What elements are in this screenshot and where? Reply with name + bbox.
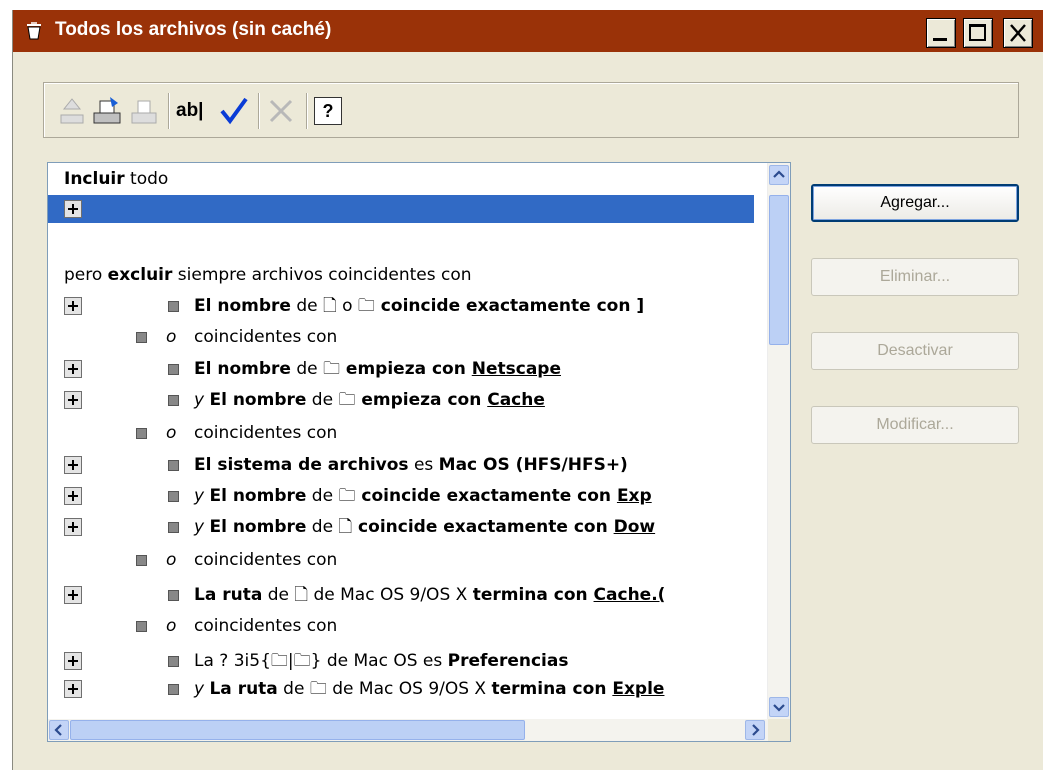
checkbox[interactable] (136, 428, 147, 439)
list-item[interactable]: y El nombre de 🗋 coincide exactamente co… (48, 513, 754, 541)
trash-icon (27, 22, 41, 40)
title-bar[interactable]: Todos los archivos (sin caché) (13, 10, 1043, 52)
print-icon[interactable] (90, 95, 124, 127)
scroll-up-button[interactable] (769, 165, 789, 185)
close-button[interactable] (1003, 18, 1033, 48)
chevron-down-icon (773, 704, 785, 712)
expand-icon[interactable] (64, 200, 82, 218)
file-icon: 🗋 (338, 517, 353, 537)
scroll-left-button[interactable] (49, 720, 69, 740)
file-icon: 🗋 (323, 296, 337, 316)
list-item[interactable]: o coincidentes con (48, 419, 754, 447)
file-icon: 🗋 (294, 585, 309, 605)
chevron-left-icon (54, 724, 62, 736)
list-item[interactable]: El nombre de 🗀 empieza con Netscape (48, 355, 754, 383)
scroll-right-button[interactable] (745, 720, 765, 740)
list-item[interactable]: y El nombre de 🗀 empieza con Cache (48, 386, 754, 414)
maximize-button[interactable] (963, 18, 993, 48)
list-item[interactable]: o coincidentes con (48, 546, 754, 574)
list-item[interactable]: La ? 3i5{🗀|🗀} de Mac OS es Preferencias (48, 647, 754, 675)
scroll-down-button[interactable] (769, 697, 789, 717)
expand-icon[interactable] (64, 518, 82, 536)
checkbox[interactable] (136, 555, 147, 566)
checkbox[interactable] (168, 656, 179, 667)
folder-icon: 🗀 (270, 651, 288, 671)
checkbox[interactable] (168, 460, 179, 471)
toolbar-separator (168, 93, 170, 129)
exclude-header: pero excluir siempre archivos coincident… (64, 265, 472, 285)
list-item[interactable]: El sistema de archivos es Mac OS (HFS/HF… (48, 451, 754, 479)
help-button[interactable]: ? (314, 97, 342, 125)
checkbox[interactable] (168, 522, 179, 533)
list-item[interactable]: y El nombre de 🗀 coincide exactamente co… (48, 482, 754, 510)
folder-icon: 🗀 (323, 359, 340, 379)
checkbox[interactable] (168, 491, 179, 502)
list-item[interactable]: y La ruta de 🗀 de Mac OS 9/OS X termina … (48, 675, 754, 703)
checkmark-icon[interactable] (218, 95, 250, 127)
window-title: Todos los archivos (sin caché) (55, 19, 332, 40)
add-button[interactable]: Agregar... (811, 184, 1019, 222)
checkbox[interactable] (168, 301, 179, 312)
toolbar-separator (306, 93, 308, 129)
expand-icon[interactable] (64, 456, 82, 474)
list-item[interactable]: La ruta de 🗋 de Mac OS 9/OS X termina co… (48, 581, 754, 609)
folder-icon: 🗀 (357, 296, 375, 316)
list-item[interactable]: o coincidentes con (48, 323, 754, 351)
vertical-scrollbar[interactable] (767, 163, 790, 719)
folder-icon: 🗀 (309, 679, 327, 699)
folder-icon: 🗀 (338, 486, 356, 506)
expand-icon[interactable] (64, 297, 82, 315)
delete-disabled-icon[interactable] (266, 95, 296, 127)
folder-icon: 🗀 (293, 651, 311, 671)
list-header: Incluir todo (64, 169, 169, 189)
folder-icon: 🗀 (338, 390, 356, 410)
expand-icon[interactable] (64, 680, 82, 698)
deactivate-button[interactable]: Desactivar (811, 332, 1019, 370)
expand-icon[interactable] (64, 487, 82, 505)
close-icon (1010, 24, 1026, 42)
vertical-scroll-thumb[interactable] (769, 195, 789, 345)
checkbox[interactable] (136, 621, 147, 632)
chevron-up-icon (773, 170, 785, 178)
include-row[interactable] (48, 195, 754, 223)
list-item[interactable]: o coincidentes con (48, 612, 754, 640)
expand-icon[interactable] (64, 652, 82, 670)
checkbox[interactable] (136, 332, 147, 343)
checkbox[interactable] (168, 395, 179, 406)
chevron-right-icon (752, 724, 760, 736)
eject-disabled-icon[interactable] (56, 95, 88, 127)
checkbox[interactable] (168, 590, 179, 601)
checkbox[interactable] (168, 684, 179, 695)
expand-icon[interactable] (64, 360, 82, 378)
help-icon: ? (322, 101, 334, 121)
expand-icon[interactable] (64, 586, 82, 604)
horizontal-scroll-thumb[interactable] (70, 720, 525, 740)
modify-button[interactable]: Modificar... (811, 406, 1019, 444)
minimize-button[interactable] (926, 18, 956, 48)
checkbox[interactable] (168, 364, 179, 375)
list-item[interactable]: El nombre de 🗋 o 🗀 coincide exactamente … (48, 292, 754, 320)
expand-icon[interactable] (64, 391, 82, 409)
rules-list[interactable]: Incluir todo pero excluir siempre archiv… (47, 162, 791, 742)
horizontal-scrollbar[interactable] (48, 719, 768, 741)
toolbar: ab| ? (43, 82, 1019, 138)
print-disabled-icon[interactable] (128, 95, 160, 127)
remove-button[interactable]: Eliminar... (811, 258, 1019, 296)
dialog-window: Todos los archivos (sin caché) ab| ? Inc… (12, 10, 1043, 770)
rename-button[interactable]: ab| (176, 95, 204, 127)
scroll-corner (768, 719, 790, 741)
toolbar-separator (258, 93, 260, 129)
